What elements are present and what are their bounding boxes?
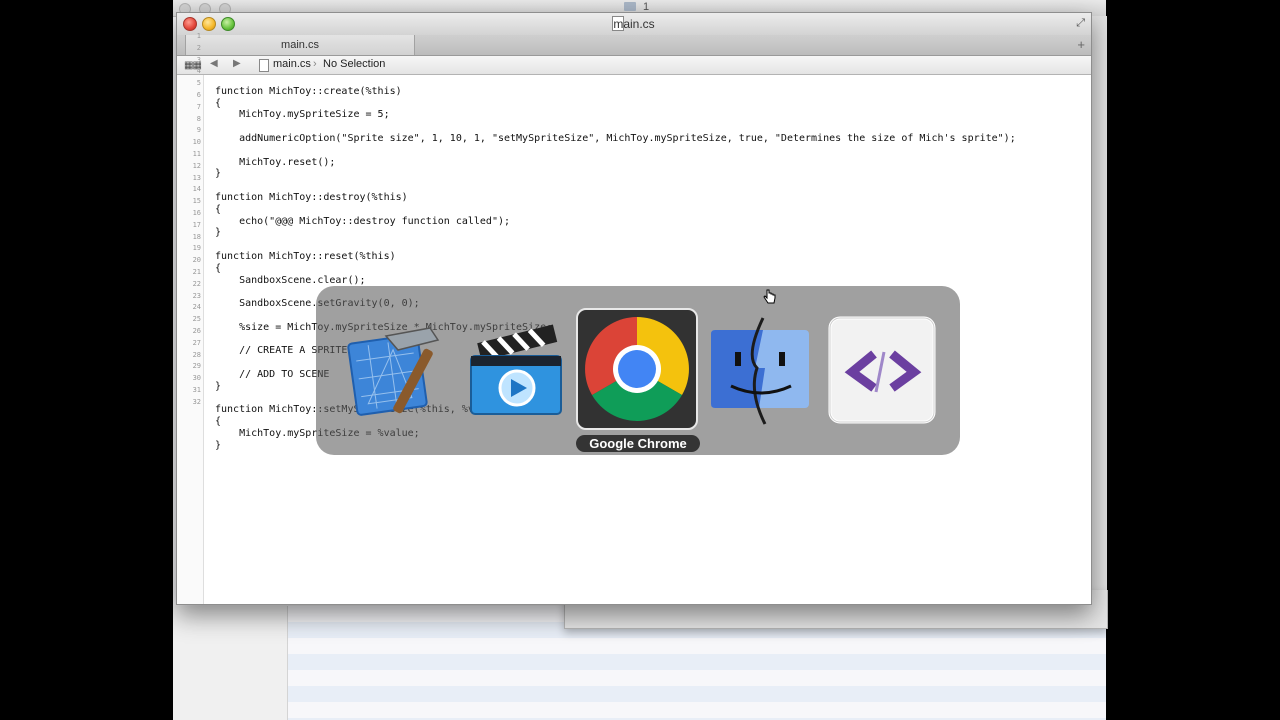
line-number: 3 bbox=[196, 55, 201, 64]
line-number: 1 bbox=[196, 32, 201, 40]
line-number: 6 bbox=[196, 91, 201, 99]
file-icon bbox=[259, 59, 269, 72]
code-line: { bbox=[215, 97, 222, 109]
tab-main-cs[interactable]: main.cs bbox=[185, 35, 415, 55]
line-number: 24 bbox=[192, 303, 201, 312]
code-line: MichToy.mySpriteSize = 5; bbox=[215, 109, 390, 121]
background-window-edge bbox=[1090, 16, 1107, 606]
line-number: 20 bbox=[192, 256, 201, 265]
code-line: echo("@@@ MichToy::destroy function call… bbox=[215, 215, 511, 227]
window-title: main.cs bbox=[613, 17, 655, 31]
line-number: 7 bbox=[196, 102, 201, 111]
code-line: } bbox=[215, 168, 222, 180]
line-number: 14 bbox=[192, 185, 201, 194]
chrome-icon[interactable] bbox=[576, 308, 698, 430]
tab-bar: main.cs + bbox=[177, 35, 1091, 56]
line-number-gutter: 1 2 3 4 5 6 7 8 9 10 11 12 13 14 15 16 17 18 19 20 21 22 23 24 2… bbox=[177, 32, 204, 604]
line-number: 31 bbox=[192, 386, 201, 394]
line-number: 4 bbox=[196, 67, 201, 76]
code-line: // ADD TO SCENE bbox=[215, 369, 330, 380]
code-line: { bbox=[215, 203, 222, 215]
code-line: addNumericOption("Sprite size", 1, 10, 1… bbox=[215, 133, 1016, 144]
fullscreen-icon[interactable]: ⤢ bbox=[1076, 17, 1085, 30]
line-number: 29 bbox=[192, 362, 201, 371]
line-number: 22 bbox=[192, 279, 201, 288]
line-number: 21 bbox=[192, 268, 201, 276]
code-line: MichToy.reset(); bbox=[215, 156, 336, 168]
line-number: 18 bbox=[192, 232, 201, 241]
hand-cursor-icon bbox=[763, 289, 777, 310]
line-number: 27 bbox=[192, 338, 201, 347]
jump-bar-separator: › bbox=[313, 58, 317, 70]
background-sidebar bbox=[173, 606, 288, 720]
folder-icon bbox=[624, 2, 636, 11]
line-number: 9 bbox=[196, 126, 201, 135]
line-number: 28 bbox=[192, 350, 201, 359]
app-switcher: Google Chrome bbox=[316, 286, 960, 455]
code-line: function MichToy::reset(%this) bbox=[215, 251, 396, 262]
line-number: 17 bbox=[192, 220, 201, 229]
line-number: 11 bbox=[192, 150, 201, 158]
line-number: 30 bbox=[192, 374, 201, 383]
code-line: { bbox=[215, 416, 222, 428]
line-number: 23 bbox=[192, 291, 201, 300]
line-number: 26 bbox=[192, 327, 201, 335]
code-editor-icon[interactable] bbox=[828, 316, 938, 426]
line-number: 15 bbox=[192, 197, 201, 206]
code-line: SandboxScene.clear(); bbox=[215, 274, 366, 286]
jump-bar: ▦▦ ◀ ▶ main.cs › No Selection bbox=[177, 56, 1091, 75]
line-number: 13 bbox=[192, 173, 201, 182]
selected-app-label: Google Chrome bbox=[576, 435, 700, 452]
code-line: } bbox=[215, 439, 222, 451]
xcode-icon[interactable] bbox=[338, 316, 448, 426]
code-line: } bbox=[215, 227, 222, 239]
forward-arrow-icon[interactable]: ▶ bbox=[233, 58, 241, 69]
video-player-icon[interactable] bbox=[461, 316, 571, 426]
line-number: 8 bbox=[196, 114, 201, 123]
add-tab-button[interactable]: + bbox=[1077, 37, 1085, 52]
line-number: 16 bbox=[192, 209, 201, 217]
line-number: 12 bbox=[192, 161, 201, 170]
jump-bar-selection[interactable]: No Selection bbox=[323, 58, 385, 70]
finder-icon[interactable] bbox=[705, 316, 815, 426]
line-number: 19 bbox=[192, 244, 201, 253]
line-number: 32 bbox=[192, 397, 201, 406]
back-arrow-icon[interactable]: ◀ bbox=[210, 58, 218, 69]
code-line: { bbox=[215, 262, 222, 274]
code-line: } bbox=[215, 380, 222, 392]
line-number: 10 bbox=[192, 138, 201, 147]
line-number: 2 bbox=[196, 43, 201, 52]
jump-bar-file[interactable]: main.cs bbox=[273, 58, 311, 70]
window-titlebar[interactable]: main.cs ⤢ bbox=[177, 13, 1091, 36]
line-number: 5 bbox=[196, 79, 201, 88]
code-line: function MichToy::destroy(%this) bbox=[215, 192, 408, 203]
line-number: 25 bbox=[192, 315, 201, 324]
code-line: function MichToy::create(%this) bbox=[215, 85, 402, 97]
